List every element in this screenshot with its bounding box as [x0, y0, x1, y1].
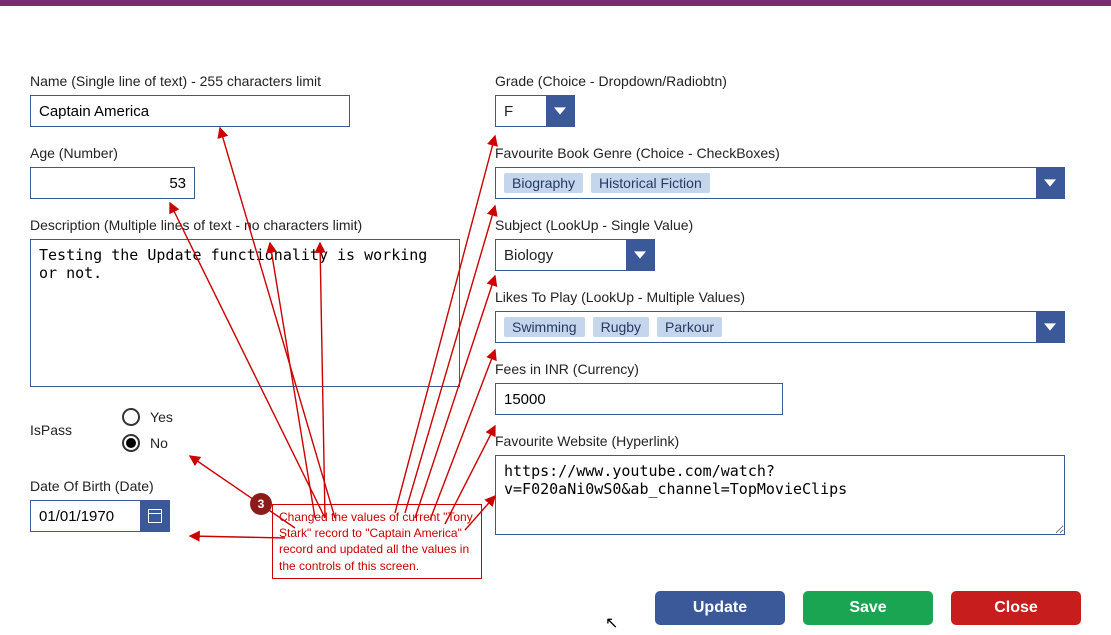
description-label: Description (Multiple lines of text - no…	[30, 217, 470, 233]
close-button-label: Close	[994, 599, 1038, 617]
form-panel: Name (Single line of text) - 255 charact…	[15, 28, 1096, 635]
genre-label: Favourite Book Genre (Choice - CheckBoxe…	[495, 145, 1075, 161]
right-column: Grade (Choice - Dropdown/Radiobtn) F Fav…	[495, 73, 1075, 556]
subject-field: Subject (LookUp - Single Value) Biology	[495, 217, 1075, 271]
genre-field: Favourite Book Genre (Choice - CheckBoxe…	[495, 145, 1075, 199]
likes-field: Likes To Play (LookUp - Multiple Values)…	[495, 289, 1075, 343]
name-input[interactable]	[30, 95, 350, 127]
likes-label: Likes To Play (LookUp - Multiple Values)	[495, 289, 1075, 305]
likes-chip: Rugby	[593, 317, 649, 337]
likes-multiselect[interactable]: Swimming Rugby Parkour	[495, 311, 1065, 343]
name-field: Name (Single line of text) - 255 charact…	[30, 73, 470, 127]
dob-label: Date Of Birth (Date)	[30, 478, 470, 494]
genre-chips: Biography Historical Fiction	[496, 168, 1036, 198]
likes-chip: Parkour	[657, 317, 722, 337]
genre-chip: Biography	[504, 173, 583, 193]
likes-chips: Swimming Rugby Parkour	[496, 312, 1036, 342]
save-button[interactable]: Save	[803, 591, 933, 625]
description-field: Description (Multiple lines of text - no…	[30, 217, 470, 390]
age-field: Age (Number)	[30, 145, 470, 199]
update-button-label: Update	[693, 599, 747, 617]
annotation-text: Changed the values of current "Tony Star…	[279, 510, 473, 573]
website-field: Favourite Website (Hyperlink) https://ww…	[495, 433, 1075, 538]
update-button[interactable]: Update	[655, 591, 785, 625]
dob-calendar-button[interactable]	[140, 500, 170, 532]
fees-input[interactable]	[495, 383, 783, 415]
website-input[interactable]: https://www.youtube.com/watch?v=F020aNi0…	[495, 455, 1065, 535]
left-column: Name (Single line of text) - 255 charact…	[30, 73, 470, 550]
chevron-down-icon	[1036, 168, 1064, 198]
grade-field: Grade (Choice - Dropdown/Radiobtn) F	[495, 73, 1075, 127]
genre-chip: Historical Fiction	[591, 173, 710, 193]
ispass-radio-yes[interactable]: Yes	[122, 408, 173, 426]
annotation-text-box: Changed the values of current "Tony Star…	[272, 504, 482, 579]
website-label: Favourite Website (Hyperlink)	[495, 433, 1075, 449]
radio-icon	[122, 408, 140, 426]
chevron-down-icon	[1036, 312, 1064, 342]
ispass-radio-no[interactable]: No	[122, 434, 173, 452]
subject-select[interactable]: Biology	[495, 239, 655, 271]
save-button-label: Save	[849, 599, 886, 617]
radio-icon	[122, 434, 140, 452]
subject-value: Biology	[496, 240, 626, 270]
grade-label: Grade (Choice - Dropdown/Radiobtn)	[495, 73, 1075, 89]
description-textarea[interactable]: Testing the Update functionality is work…	[30, 239, 460, 387]
name-label: Name (Single line of text) - 255 charact…	[30, 73, 470, 89]
radio-yes-label: Yes	[150, 409, 173, 425]
ispass-label: IsPass	[30, 422, 72, 438]
calendar-icon	[148, 509, 162, 523]
dob-input[interactable]	[30, 500, 140, 532]
app-window: Name (Single line of text) - 255 charact…	[0, 0, 1111, 635]
footer-buttons: Update Save Close	[15, 591, 1081, 625]
genre-multiselect[interactable]: Biography Historical Fiction	[495, 167, 1065, 199]
grade-select[interactable]: F	[495, 95, 575, 127]
age-label: Age (Number)	[30, 145, 470, 161]
radio-no-label: No	[150, 435, 168, 451]
grade-value: F	[496, 96, 546, 126]
dob-input-wrap	[30, 500, 170, 532]
age-input[interactable]	[30, 167, 195, 199]
fees-label: Fees in INR (Currency)	[495, 361, 1075, 377]
close-button[interactable]: Close	[951, 591, 1081, 625]
likes-chip: Swimming	[504, 317, 585, 337]
chevron-down-icon	[546, 96, 574, 126]
fees-field: Fees in INR (Currency)	[495, 361, 1075, 415]
annotation-number: 3	[258, 497, 265, 511]
ispass-field: IsPass Yes No	[30, 408, 470, 452]
ispass-radio-group: Yes No	[122, 408, 173, 452]
chevron-down-icon	[626, 240, 654, 270]
subject-label: Subject (LookUp - Single Value)	[495, 217, 1075, 233]
annotation-badge: 3	[250, 493, 272, 515]
